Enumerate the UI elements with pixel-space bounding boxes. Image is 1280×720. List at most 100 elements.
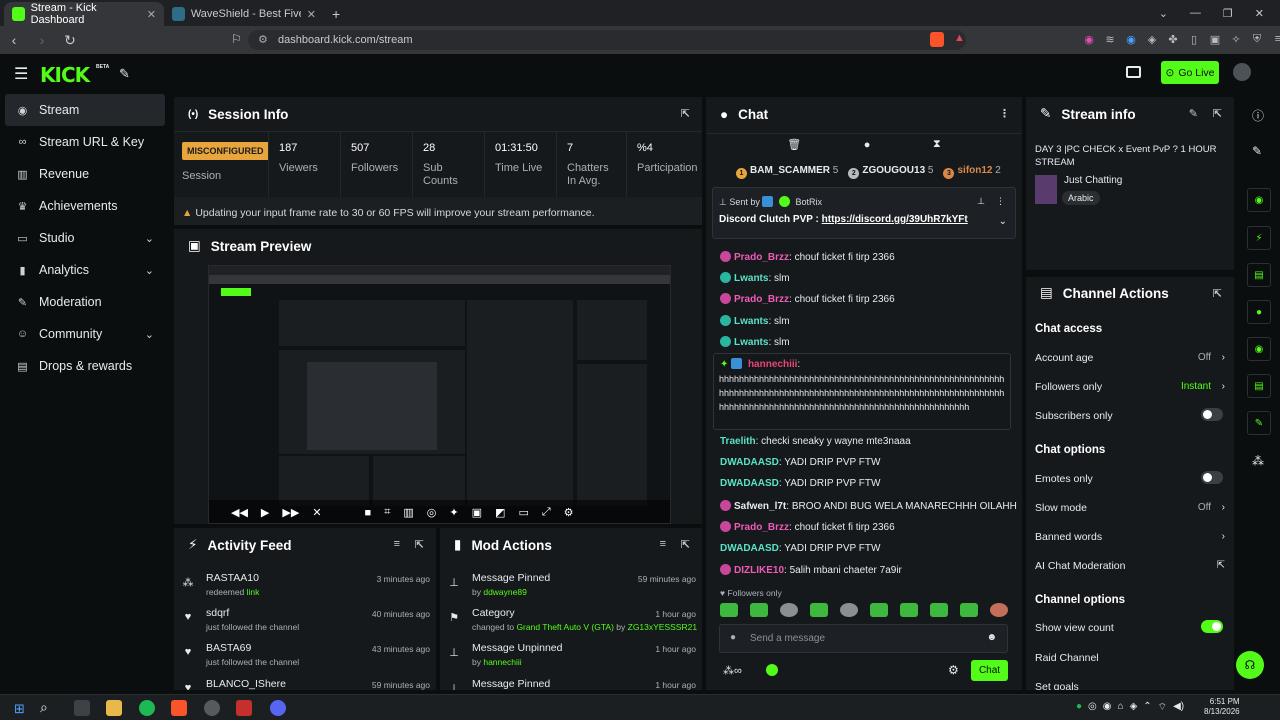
app-icon[interactable]: [204, 700, 220, 716]
leaderboard-entry[interactable]: 2 ZGOUGOU13 5: [848, 165, 933, 179]
chat-message[interactable]: Prado_Brzz: chouf ticket fi tirp 2366: [720, 521, 1010, 533]
popout-icon[interactable]: ⇱: [681, 538, 690, 551]
filter-icon[interactable]: ≡: [394, 538, 400, 550]
kick-points-icon[interactable]: [766, 664, 778, 676]
chat-username[interactable]: DWADAASD: [720, 457, 779, 468]
chat-message[interactable]: Safwen_l7t: BROO ANDI BUG WELA MANARECHH…: [720, 500, 1017, 512]
play-icon[interactable]: ▶: [261, 506, 269, 519]
wallet-icon[interactable]: ▣: [1206, 33, 1224, 46]
bookmark-icon[interactable]: ⚐: [231, 32, 242, 46]
volume-icon[interactable]: ◀): [1173, 701, 1184, 714]
tab-kick-dashboard[interactable]: Stream - Kick Dashboard ✕: [4, 2, 164, 26]
reload-icon[interactable]: ↻: [56, 32, 84, 49]
mod-action-user[interactable]: ZG13xYESSSR21: [628, 622, 697, 632]
chat-username[interactable]: Safwen_l7t: [734, 501, 786, 512]
stream-category[interactable]: Just Chatting: [1064, 175, 1122, 186]
video-player[interactable]: ◀◀ ▶ ▶▶ ✕ ■ ⌗ ▥ ◎ ✦ ▣ ◩ ▭ ⤢ ⚙: [208, 265, 671, 524]
chat-message[interactable]: Traelith: checki sneaky y wayne mte3naaa: [720, 436, 1010, 447]
rail-chat-button[interactable]: ●: [1247, 300, 1271, 324]
chat-message[interactable]: Prado_Brzz: chouf ticket fi tirp 2366: [720, 293, 1010, 305]
task-view-icon[interactable]: [74, 700, 90, 716]
send-chat-button[interactable]: Chat: [971, 660, 1008, 681]
brave-icon[interactable]: [171, 700, 187, 716]
chat-username[interactable]: Lwants: [734, 337, 768, 348]
speed-icon[interactable]: ◎: [427, 506, 437, 519]
sidebar-item-achievements[interactable]: ♛ Achievements: [0, 190, 170, 222]
hamburger-menu-icon[interactable]: ☰: [14, 64, 28, 84]
chat-input[interactable]: ● Send a message ☻: [719, 624, 1008, 653]
popout-icon[interactable]: ⇱: [1213, 287, 1222, 300]
chat-message[interactable]: DWADAASD: YADI DRIP PVP FTW: [720, 543, 1010, 554]
wrench-icon[interactable]: ✎: [119, 66, 130, 82]
sidebar-icon[interactable]: ▯: [1185, 33, 1203, 46]
kick-logo[interactable]: KICK: [40, 63, 90, 87]
account-age-row[interactable]: Account age Off ›: [1035, 352, 1225, 364]
sidebar-item-stream-url-key[interactable]: ∞ Stream URL & Key: [0, 126, 170, 158]
chat-message[interactable]: DWADAASD: YADI DRIP PVP FTW: [720, 457, 1010, 468]
sidebar-item-stream[interactable]: ◉ Stream: [5, 94, 165, 126]
popout-icon[interactable]: ⇱: [415, 538, 424, 551]
filter-icon[interactable]: ≡: [660, 538, 666, 550]
activity-user[interactable]: BLANCO_IShere: [206, 678, 286, 690]
brave-shields-icon[interactable]: [930, 32, 944, 47]
chevron-down-icon[interactable]: ⌄: [999, 216, 1007, 227]
creator-mode-icon[interactable]: [1126, 66, 1141, 78]
emote-icon[interactable]: [900, 603, 918, 617]
emoji-icon[interactable]: ☻: [986, 632, 997, 643]
minimize-icon[interactable]: —: [1190, 7, 1201, 20]
edit-icon[interactable]: ✎: [1189, 107, 1198, 120]
pinned-author[interactable]: BotRix: [795, 197, 822, 207]
chat-message[interactable]: DIZLIKE10: 5alih mbani chaeter 7a9ir: [720, 564, 1010, 576]
rail-notes-button[interactable]: ▤: [1247, 263, 1271, 287]
pinned-link[interactable]: https://discord.gg/39UhR7kYFt: [822, 214, 968, 225]
ai-moderation-row[interactable]: AI Chat Moderation ⇱: [1035, 560, 1225, 572]
highlighted-message[interactable]: ✦ hannechiii: hhhhhhhhhhhhhhhhhhhhhhhhhh…: [713, 353, 1011, 430]
info-icon[interactable]: ⓘ: [1252, 107, 1264, 124]
extension-icon[interactable]: ◉: [1080, 33, 1098, 46]
go-live-button[interactable]: ⊙ Go Live: [1161, 61, 1219, 84]
cast-icon[interactable]: ◩: [495, 506, 505, 519]
forward-icon[interactable]: ▶▶: [282, 506, 299, 519]
avatar[interactable]: [1233, 63, 1251, 81]
chat-username[interactable]: Traelith: [720, 436, 756, 447]
rewind-icon[interactable]: ◀◀: [231, 506, 248, 519]
rail-tools-button[interactable]: ✎: [1247, 411, 1271, 435]
emote-icon[interactable]: [750, 603, 768, 617]
pip-icon[interactable]: ▣: [472, 506, 482, 519]
emote-icon[interactable]: [720, 603, 738, 617]
site-info-icon[interactable]: ⚙: [258, 30, 268, 50]
leaderboard-entry[interactable]: 1 BAM_SCAMMER 5: [736, 165, 838, 179]
activity-user[interactable]: RASTAA10: [206, 572, 259, 584]
more-options-icon[interactable]: ⋮: [999, 107, 1010, 120]
clock[interactable]: 6:51 PM 8/13/2026: [1204, 697, 1240, 717]
theater-icon[interactable]: ▭: [518, 506, 528, 519]
tab-waveshield[interactable]: WaveShield - Best FiveM Anticheat 2... ✕: [164, 2, 324, 26]
spotify-icon[interactable]: [139, 700, 155, 716]
effects-icon[interactable]: ✦: [449, 506, 458, 519]
subscribers-only-toggle[interactable]: [1201, 408, 1223, 421]
chat-message[interactable]: Lwants: slm: [720, 336, 1010, 348]
chat-message[interactable]: Prado_Brzz: chouf ticket fi tirp 2366: [720, 251, 1010, 263]
stats-icon[interactable]: ▥: [403, 506, 413, 519]
tab-search-icon[interactable]: ⌄: [1159, 7, 1168, 20]
edit-icon[interactable]: ✎: [1252, 144, 1262, 158]
trash-icon[interactable]: 🗑: [787, 138, 801, 151]
close-tab-icon[interactable]: ✕: [307, 8, 316, 21]
more-options-icon[interactable]: ⋮: [996, 196, 1005, 207]
rail-session-button[interactable]: ◉: [1247, 188, 1271, 212]
banned-words-row[interactable]: Banned words ›: [1035, 531, 1225, 543]
sidebar-item-drops-rewards[interactable]: ▤ Drops & rewards: [0, 350, 170, 382]
community-icon[interactable]: ⁂∞: [723, 664, 742, 677]
puzzle-icon[interactable]: ✤: [1164, 33, 1182, 46]
mod-action-user[interactable]: hannechiii: [483, 657, 521, 667]
tray-icon[interactable]: ◎: [1088, 701, 1097, 714]
chat-username[interactable]: Prado_Brzz: [734, 294, 789, 305]
vpn-icon[interactable]: ⛨: [1248, 33, 1266, 46]
extension-icon[interactable]: ◉: [1122, 33, 1140, 46]
chat-message[interactable]: Lwants: slm: [720, 315, 1010, 327]
settings-icon[interactable]: ⚙: [564, 506, 574, 519]
chat-message[interactable]: DWADAASD: YADI DRIP PVP FTW: [720, 478, 1010, 489]
menu-icon[interactable]: ≡: [1269, 33, 1280, 46]
chat-username[interactable]: DWADAASD: [720, 478, 779, 489]
chat-username[interactable]: DIZLIKE10: [734, 565, 784, 576]
